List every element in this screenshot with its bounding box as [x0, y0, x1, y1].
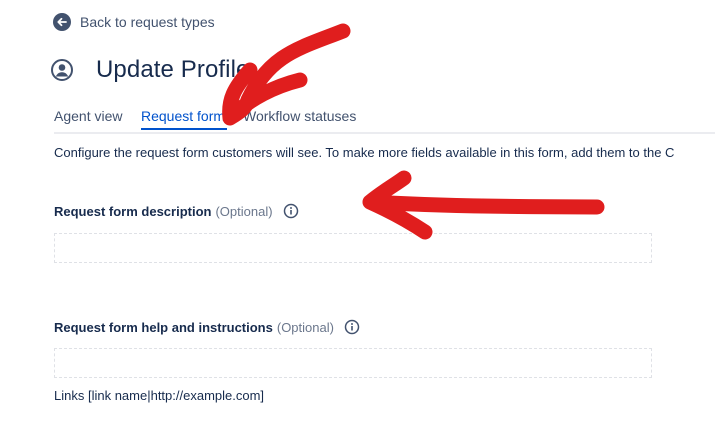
description-optional-tag: (Optional): [215, 203, 273, 219]
description-label-text: Request form description: [54, 203, 212, 219]
help-optional-tag: (Optional): [276, 319, 334, 335]
back-to-request-types-link[interactable]: Back to request types: [52, 12, 215, 32]
help-field-label: Request form help and instructions (Opti…: [54, 319, 360, 335]
tab-agent-view[interactable]: Agent view: [54, 108, 122, 124]
page-header: Update Profile: [50, 56, 250, 84]
tab-bar: Agent view Request form Workflow statuse…: [54, 100, 715, 134]
help-field-helper-text: Links [link name|http://example.com]: [54, 388, 265, 403]
annotation-arrow-description: [362, 170, 605, 240]
tab-workflow-statuses[interactable]: Workflow statuses: [243, 108, 356, 124]
arrow-left-circle-icon: [53, 13, 71, 31]
tab-request-form[interactable]: Request form: [141, 108, 225, 124]
info-icon[interactable]: [344, 319, 360, 335]
back-link-label: Back to request types: [80, 14, 215, 30]
page-title: Update Profile: [96, 56, 250, 83]
description-field-label: Request form description (Optional): [54, 203, 299, 219]
info-icon[interactable]: [283, 203, 299, 219]
form-intro-text: Configure the request form customers wil…: [54, 145, 675, 160]
request-form-help-input[interactable]: [54, 348, 652, 378]
help-label-text: Request form help and instructions: [54, 319, 273, 335]
user-circle-icon: [51, 59, 73, 81]
active-tab-indicator: [141, 128, 227, 130]
request-form-description-input[interactable]: [54, 233, 652, 263]
